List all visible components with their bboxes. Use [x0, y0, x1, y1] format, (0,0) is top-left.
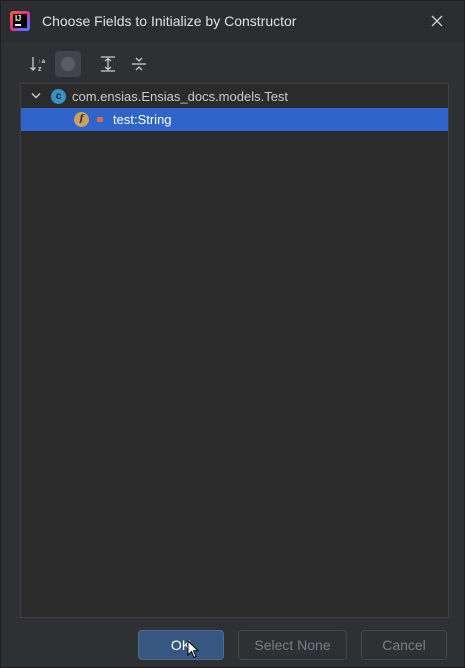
show-inherited-toggle[interactable]: [55, 51, 81, 77]
field-icon: f: [74, 112, 89, 127]
close-button[interactable]: [426, 10, 448, 32]
class-name-label: com.ensias.Ensias_docs.models.Test: [72, 89, 289, 104]
tree-row-field[interactable]: f test:String: [21, 108, 448, 131]
intellij-idea-icon: IJ: [10, 11, 30, 31]
chevron-down-icon[interactable]: [31, 92, 41, 100]
cancel-button[interactable]: Cancel: [361, 630, 447, 660]
svg-text:↑: ↑: [38, 58, 41, 65]
select-none-button[interactable]: Select None: [238, 630, 347, 660]
field-name-label: test:String: [113, 112, 172, 127]
expand-all-button[interactable]: [95, 51, 121, 77]
toolbar: ↑ z a: [1, 49, 464, 81]
svg-text:a: a: [42, 58, 46, 65]
close-icon: [431, 15, 443, 27]
choose-fields-dialog: IJ Choose Fields to Initialize by Constr…: [0, 0, 465, 668]
title-bar: IJ Choose Fields to Initialize by Constr…: [1, 1, 464, 43]
class-icon: c: [51, 89, 66, 104]
expand-all-icon: [101, 56, 115, 72]
svg-text:z: z: [38, 66, 42, 73]
collapse-all-icon: [132, 57, 146, 71]
ok-button[interactable]: OK: [138, 630, 224, 660]
private-lock-icon: [97, 117, 103, 122]
mouse-cursor-icon: [187, 640, 200, 659]
show-inherited-icon: [61, 57, 75, 71]
sort-alphabetically-button[interactable]: ↑ z a: [25, 51, 51, 77]
tree-row-class[interactable]: c com.ensias.Ensias_docs.models.Test: [21, 85, 448, 108]
dialog-title: Choose Fields to Initialize by Construct…: [42, 13, 297, 29]
sort-alphabetically-icon: ↑ z a: [30, 57, 46, 73]
fields-tree[interactable]: c com.ensias.Ensias_docs.models.Test f t…: [20, 83, 449, 618]
collapse-all-button[interactable]: [126, 51, 152, 77]
